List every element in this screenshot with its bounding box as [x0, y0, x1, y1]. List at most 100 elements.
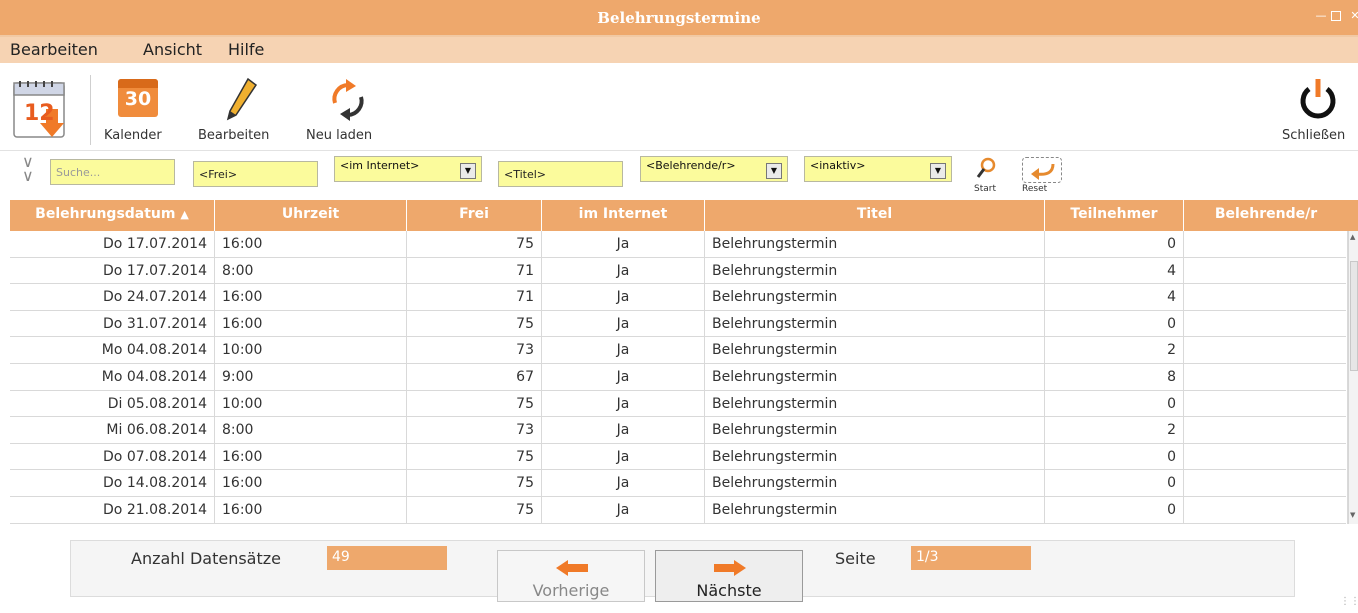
- previous-button[interactable]: Vorherige: [497, 550, 645, 602]
- cell-frei: 71: [407, 257, 542, 285]
- menu-bar: Bearbeiten Ansicht Hilfe: [0, 37, 1358, 63]
- calendar-icon: 30: [118, 79, 158, 117]
- next-button[interactable]: Nächste: [655, 550, 803, 602]
- count-label: Anzahl Datensätze: [131, 549, 281, 568]
- col-im-internet[interactable]: im Internet: [542, 200, 705, 231]
- cell-frei: 75: [407, 497, 542, 524]
- cell-teilnehmer: 0: [1045, 497, 1184, 524]
- col-teilnehmer[interactable]: Teilnehmer: [1045, 200, 1184, 231]
- cell-belehrungsdatum: Mi 06.08.2014: [10, 417, 215, 444]
- table-row[interactable]: Do 17.07.2014 8:00 71 Ja Belehrungstermin 4: [10, 257, 1348, 285]
- table-row[interactable]: Mo 04.08.2014 9:00 67 Ja Belehrungstermin 8: [10, 364, 1348, 391]
- belehrende-select-value: <Belehrende/r>: [646, 159, 736, 172]
- scroll-down-icon[interactable]: ▼: [1350, 511, 1355, 519]
- pencil-icon: [224, 77, 260, 125]
- cell-im-internet: Ja: [542, 337, 705, 364]
- cell-im-internet: Ja: [542, 443, 705, 471]
- cell-belehrende: [1184, 257, 1348, 285]
- cell-im-internet: Ja: [542, 257, 705, 285]
- next-label: Nächste: [696, 581, 762, 600]
- col-teilnehmer-label: Teilnehmer: [1070, 206, 1158, 222]
- toolbar: 12 30 Kalender Bearbeiten Neu laden Schl…: [0, 63, 1358, 149]
- scrollbar-thumb[interactable]: [1350, 261, 1358, 371]
- minimize-icon[interactable]: —: [1314, 9, 1328, 23]
- magnifier-icon: [976, 157, 996, 185]
- inaktiv-select[interactable]: <inaktiv> ▼: [804, 156, 952, 182]
- menu-bearbeiten[interactable]: Bearbeiten: [10, 40, 98, 59]
- maximize-icon[interactable]: [1331, 11, 1341, 21]
- vertical-scrollbar[interactable]: ▲ ▼: [1348, 231, 1358, 524]
- dropdown-arrow-icon[interactable]: ▼: [460, 163, 476, 179]
- cell-belehrende: [1184, 390, 1348, 418]
- frei-filter[interactable]: [193, 161, 318, 187]
- resize-grip-icon[interactable]: ⋮⋮: [1340, 596, 1358, 607]
- bearbeiten-button[interactable]: Bearbeiten: [198, 63, 290, 149]
- titel-filter[interactable]: [498, 161, 623, 187]
- table-row[interactable]: Do 31.07.2014 16:00 75 Ja Belehrungstermin 0: [10, 310, 1348, 338]
- calendar-day: 30: [124, 88, 152, 110]
- cell-belehrende: [1184, 310, 1348, 338]
- cell-uhrzeit: 16:00: [215, 497, 407, 524]
- cell-teilnehmer: 4: [1045, 257, 1184, 285]
- cell-belehrende: [1184, 497, 1348, 524]
- cell-titel: Belehrungstermin: [705, 470, 1045, 497]
- table-row[interactable]: Do 21.08.2014 16:00 75 Ja Belehrungstermin 0: [10, 497, 1348, 524]
- collapse-chevron-icon[interactable]: ∨ ∨: [22, 154, 34, 184]
- cell-belehrungsdatum: Do 21.08.2014: [10, 497, 215, 524]
- cell-uhrzeit: 8:00: [215, 257, 407, 285]
- cell-belehrende: [1184, 337, 1348, 364]
- previous-label: Vorherige: [532, 581, 610, 600]
- table-row[interactable]: Mo 04.08.2014 10:00 73 Ja Belehrungstermin 2: [10, 337, 1348, 364]
- table-row[interactable]: Mi 06.08.2014 8:00 73 Ja Belehrungstermin 2: [10, 417, 1348, 444]
- neu-laden-button[interactable]: Neu laden: [306, 63, 398, 149]
- col-belehrende[interactable]: Belehrende/r: [1184, 200, 1348, 231]
- internet-select-value: <im Internet>: [340, 159, 420, 172]
- cell-uhrzeit: 16:00: [215, 443, 407, 471]
- col-titel[interactable]: Titel: [705, 200, 1045, 231]
- schliessen-button[interactable]: Schließen: [1280, 63, 1358, 149]
- calendar-download-icon[interactable]: 12: [10, 75, 80, 145]
- cell-titel: Belehrungstermin: [705, 284, 1045, 311]
- close-window-icon[interactable]: ✕: [1348, 9, 1358, 23]
- cell-uhrzeit: 16:00: [215, 470, 407, 497]
- kalender-label: Kalender: [104, 128, 162, 143]
- table-row[interactable]: Do 17.07.2014 16:00 75 Ja Belehrungstermin 0: [10, 231, 1348, 258]
- cell-uhrzeit: 10:00: [215, 390, 407, 418]
- cell-belehrende: [1184, 231, 1348, 258]
- cell-im-internet: Ja: [542, 390, 705, 418]
- page-label: Seite: [835, 549, 876, 568]
- internet-select[interactable]: <im Internet> ▼: [334, 156, 482, 182]
- kalender-button[interactable]: 30 Kalender: [104, 63, 180, 149]
- filter-bar: ∨∨ <im Internet> ▼ <Belehrende/r> ▼ <ina…: [0, 150, 1358, 200]
- col-uhrzeit[interactable]: Uhrzeit: [215, 200, 407, 231]
- start-button[interactable]: Start: [970, 151, 996, 197]
- cell-teilnehmer: 0: [1045, 470, 1184, 497]
- table-header: Belehrungsdatum ▲ Uhrzeit Frei im Intern…: [10, 200, 1358, 231]
- col-frei[interactable]: Frei: [407, 200, 542, 231]
- scroll-up-icon[interactable]: ▲: [1350, 233, 1355, 241]
- table-row[interactable]: Do 24.07.2014 16:00 71 Ja Belehrungstermin 4: [10, 284, 1348, 311]
- dropdown-arrow-icon[interactable]: ▼: [930, 163, 946, 179]
- menu-ansicht[interactable]: Ansicht: [143, 40, 202, 59]
- search-input[interactable]: [50, 159, 175, 185]
- count-value: 49: [327, 546, 447, 570]
- schliessen-label: Schließen: [1282, 128, 1346, 143]
- col-uhrzeit-label: Uhrzeit: [281, 206, 340, 222]
- menu-hilfe[interactable]: Hilfe: [228, 40, 264, 59]
- reset-button[interactable]: Reset: [1020, 151, 1064, 197]
- belehrende-select[interactable]: <Belehrende/r> ▼: [640, 156, 788, 182]
- cell-belehrungsdatum: Do 24.07.2014: [10, 284, 215, 311]
- table-row[interactable]: Do 14.08.2014 16:00 75 Ja Belehrungstermin 0: [10, 470, 1348, 497]
- neu-laden-label: Neu laden: [306, 128, 373, 143]
- bearbeiten-label: Bearbeiten: [198, 128, 270, 143]
- table-row[interactable]: Do 07.08.2014 16:00 75 Ja Belehrungstermin 0: [10, 443, 1348, 471]
- col-belehrungsdatum[interactable]: Belehrungsdatum ▲: [10, 200, 215, 231]
- dropdown-arrow-icon[interactable]: ▼: [766, 163, 782, 179]
- sort-ascending-icon[interactable]: ▲: [180, 208, 188, 221]
- table-row[interactable]: Di 05.08.2014 10:00 75 Ja Belehrungstermin 0: [10, 390, 1348, 418]
- cell-frei: 75: [407, 470, 542, 497]
- col-titel-label: Titel: [856, 206, 893, 222]
- cell-titel: Belehrungstermin: [705, 231, 1045, 258]
- cell-teilnehmer: 2: [1045, 417, 1184, 444]
- cell-belehrende: [1184, 284, 1348, 311]
